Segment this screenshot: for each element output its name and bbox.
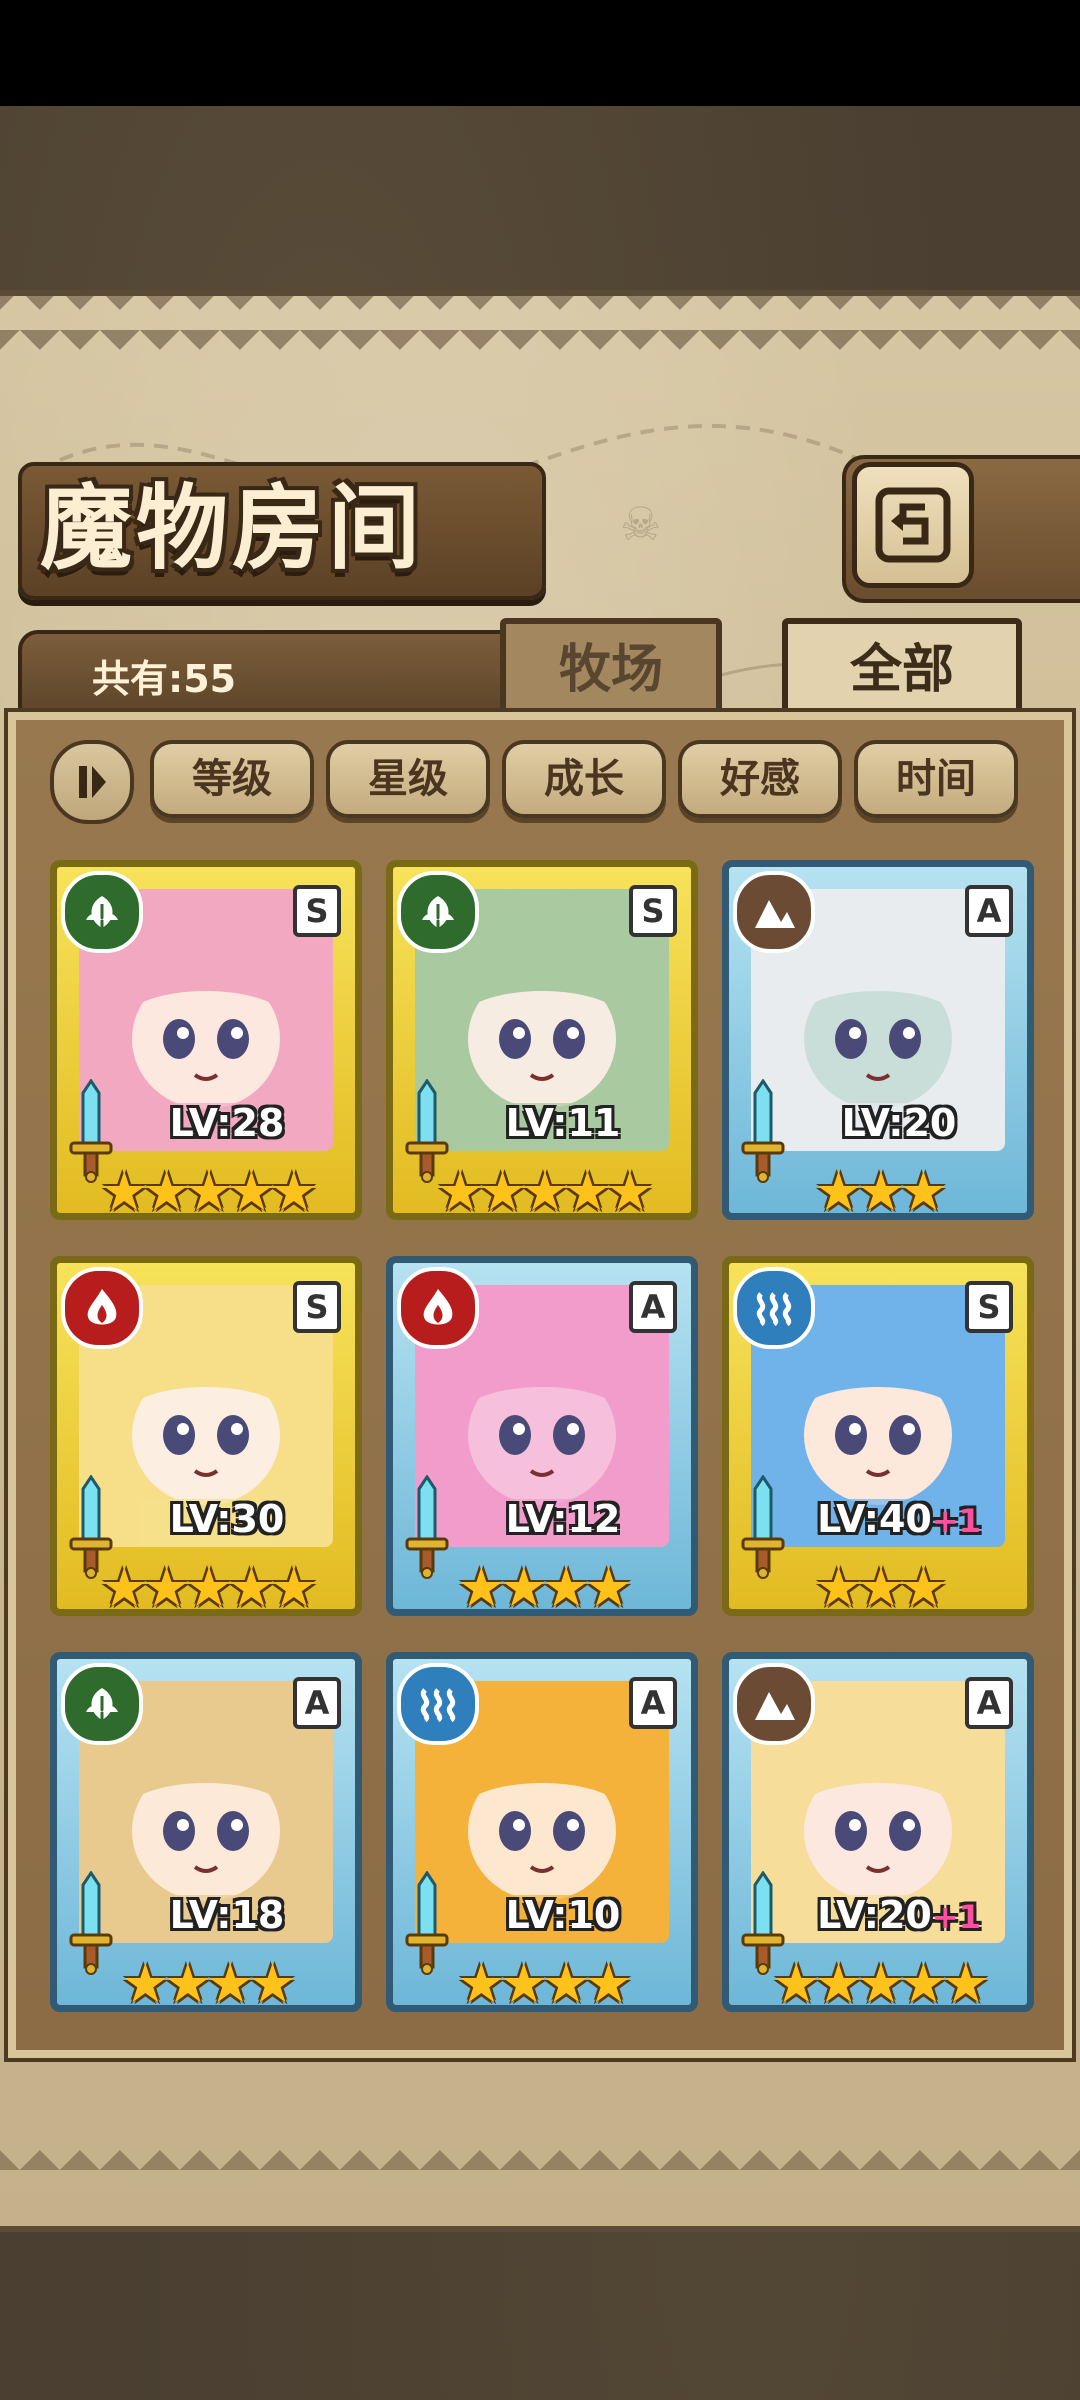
star-rating: ★★★★	[121, 1952, 297, 2015]
rank-badge: A	[293, 1677, 341, 1729]
star-rating: ★★★★	[457, 1556, 633, 1619]
level-text: LV:18	[169, 1893, 285, 1937]
level-label: LV:11	[453, 1101, 673, 1145]
star-rating: ★★★★★	[435, 1160, 654, 1223]
status-bar-area	[0, 0, 1080, 106]
level-text: LV:40	[817, 1497, 932, 1541]
level-label: LV:30	[117, 1497, 337, 1541]
level-label: LV:20	[789, 1101, 1009, 1145]
leaf-icon	[422, 896, 454, 928]
mountain-icon	[755, 1692, 795, 1720]
monster-count: 共有:55	[92, 657, 237, 701]
rank-badge: A	[965, 1677, 1013, 1729]
filter-affection-button[interactable]: 好感	[678, 740, 842, 818]
monster-card[interactable]: A LV:20+1 ★★★★★	[722, 1652, 1034, 2015]
back-button[interactable]	[852, 462, 974, 588]
level-text: LV:28	[169, 1101, 285, 1145]
page-title: 魔物房间	[40, 474, 425, 582]
return-arrow-icon	[875, 487, 951, 563]
pause-sort-icon	[79, 766, 106, 798]
leaf-icon	[86, 1688, 118, 1720]
level-text: LV:12	[505, 1497, 621, 1541]
star-rating: ★★★★★	[771, 1952, 990, 2015]
monster-card[interactable]: A LV:18 ★★★★	[50, 1652, 362, 2015]
svg-text:☠: ☠	[620, 497, 661, 551]
level-bonus: +1	[931, 1502, 981, 1540]
element-badge	[397, 1267, 479, 1349]
monster-card[interactable]: S LV:11 ★★★★★	[386, 860, 698, 1223]
rank-badge: A	[629, 1677, 677, 1729]
filter-time-button[interactable]: 时间	[854, 740, 1018, 818]
element-badge	[61, 1663, 143, 1745]
star-rating: ★★★	[814, 1160, 947, 1223]
flame-icon	[423, 1289, 453, 1325]
element-badge	[397, 871, 479, 953]
filter-star-button[interactable]: 星级	[326, 740, 490, 818]
element-badge	[733, 1663, 815, 1745]
level-label: LV:12	[453, 1497, 673, 1541]
rank-badge: S	[965, 1281, 1013, 1333]
level-text: LV:20	[841, 1101, 957, 1145]
rank-badge: S	[293, 1281, 341, 1333]
level-label: LV:20+1	[789, 1893, 1009, 1937]
sort-order-toggle[interactable]	[50, 740, 134, 824]
element-badge	[61, 1267, 143, 1349]
wave-icon	[420, 1688, 456, 1723]
level-label: LV:18	[117, 1893, 337, 1937]
star-rating: ★★★	[814, 1556, 947, 1619]
rank-badge: A	[965, 885, 1013, 937]
monster-card[interactable]: S LV:28 ★★★★★	[50, 860, 362, 1223]
element-badge	[733, 1267, 815, 1349]
rank-badge: A	[629, 1281, 677, 1333]
filter-growth-button[interactable]: 成长	[502, 740, 666, 818]
monster-card[interactable]: S LV:30 ★★★★★	[50, 1256, 362, 1619]
level-label: LV:10	[453, 1893, 673, 1937]
star-rating: ★★★★	[457, 1952, 633, 2015]
flame-icon	[87, 1289, 117, 1325]
mountain-icon	[755, 900, 795, 928]
leaf-icon	[86, 896, 118, 928]
level-text: LV:11	[505, 1101, 621, 1145]
panel-bottom-edge	[0, 2130, 1080, 2180]
filter-level-button[interactable]: 等级	[150, 740, 314, 818]
wave-icon	[756, 1292, 792, 1327]
monster-card[interactable]: A LV:12 ★★★★	[386, 1256, 698, 1619]
monster-card[interactable]: A LV:10 ★★★★	[386, 1652, 698, 2015]
level-text: LV:30	[169, 1497, 285, 1541]
star-rating: ★★★★★	[99, 1556, 318, 1619]
level-bonus: +1	[931, 1898, 981, 1936]
monster-card[interactable]: S LV:40+1 ★★★	[722, 1256, 1034, 1619]
element-badge	[397, 1663, 479, 1745]
star-rating: ★★★★★	[99, 1160, 318, 1223]
monster-card[interactable]: A LV:20 ★★★	[722, 860, 1034, 1223]
rank-badge: S	[293, 885, 341, 937]
element-badge	[61, 871, 143, 953]
level-label: LV:28	[117, 1101, 337, 1145]
level-label: LV:40+1	[789, 1497, 1009, 1541]
element-badge	[733, 871, 815, 953]
level-text: LV:10	[505, 1893, 621, 1937]
rank-badge: S	[629, 885, 677, 937]
level-text: LV:20	[817, 1893, 932, 1937]
